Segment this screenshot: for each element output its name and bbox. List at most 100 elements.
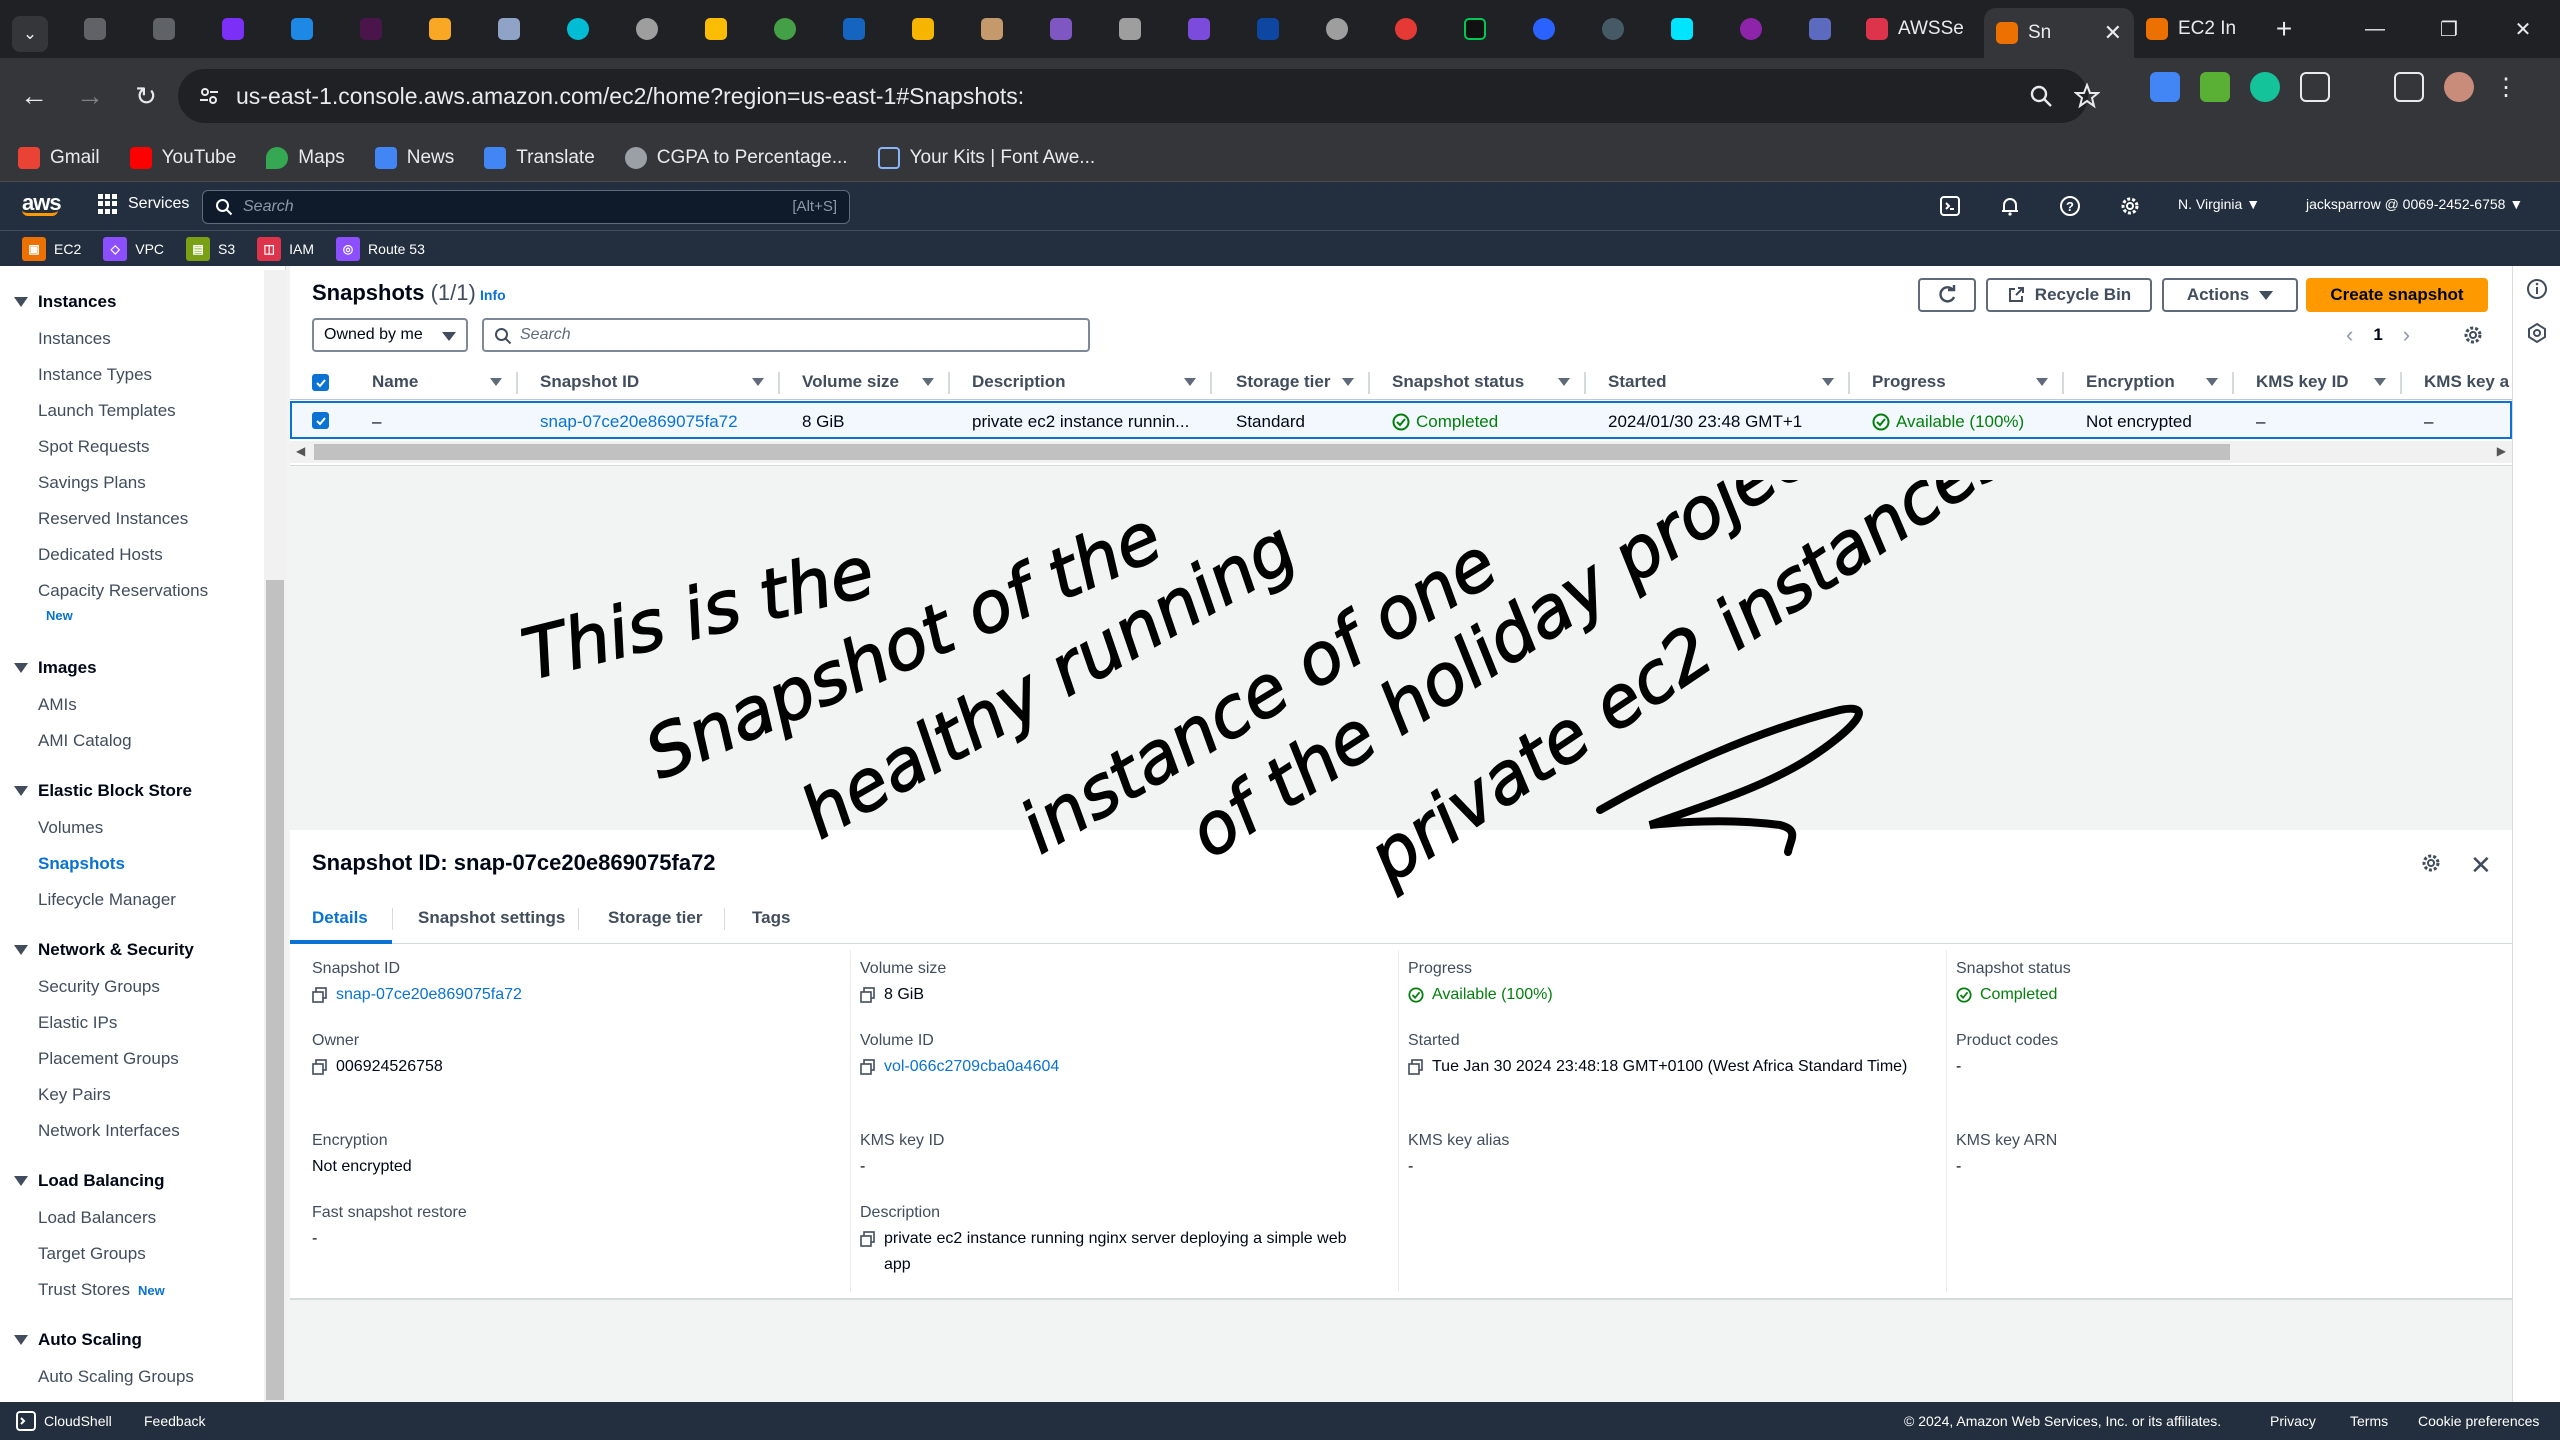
aws-search-input[interactable]: Search [Alt+S] [202,190,850,224]
browser-menu-icon[interactable]: ⋮ [2494,73,2518,102]
create-snapshot-button[interactable]: Create snapshot [2306,278,2488,312]
browser-tab[interactable] [1647,8,1716,50]
side-panel-icon[interactable] [2394,72,2424,102]
sidebar-section-load-balancing[interactable]: Load Balancing [14,1171,165,1191]
sidebar-item-load-balancers[interactable]: Load Balancers [38,1208,156,1228]
sort-icon[interactable] [2206,378,2218,386]
browser-tab[interactable] [750,8,819,50]
browser-tab[interactable] [1509,8,1578,50]
sidebar-item-snapshots[interactable]: Snapshots [38,854,125,874]
browser-tab[interactable] [543,8,612,50]
value-snapshot-id[interactable]: snap-07ce20e869075fa72 [312,982,522,1008]
bookmark-fontawesome[interactable]: Your Kits | Font Awe... [877,146,1095,169]
back-icon[interactable]: ← [6,68,62,124]
recycle-bin-button[interactable]: Recycle Bin [1986,278,2152,312]
feedback-link[interactable]: Feedback [144,1413,205,1429]
privacy-link[interactable]: Privacy [2270,1413,2316,1429]
column-resizer[interactable] [2400,372,2402,394]
column-header-description[interactable]: Description [972,372,1066,392]
profile-avatar[interactable] [2444,72,2474,102]
favorite-ec2[interactable]: ▣ EC2 [22,236,81,261]
browser-tab[interactable] [1785,8,1854,50]
browser-tab[interactable] [1095,8,1164,50]
column-header-kms-key-id[interactable]: KMS key ID [2256,372,2349,392]
column-header-snapshot-status[interactable]: Snapshot status [1392,372,1524,392]
sidebar-item-reserved-instances[interactable]: Reserved Instances [38,509,188,529]
browser-tab-active[interactable]: Sn ✕ [1984,8,2134,58]
cloudshell-link[interactable]: CloudShell [44,1413,112,1429]
scroll-right-icon[interactable]: ▶ [2497,444,2506,458]
close-window-icon[interactable]: ✕ [2486,0,2560,58]
bookmark-cgpa[interactable]: CGPA to Percentage... [624,146,848,169]
sort-icon[interactable] [1822,378,1834,386]
column-resizer[interactable] [948,372,950,394]
help-icon[interactable]: ? [2058,194,2082,218]
browser-tab[interactable] [1371,8,1440,50]
volume-id-link[interactable]: vol-066c2709cba0a4604 [884,1054,1059,1080]
table-horizontal-scrollbar[interactable]: ◀ ▶ [290,441,2512,463]
sidebar-section-instances[interactable]: Instances [14,292,116,312]
tab-tags[interactable]: Tags [752,908,790,928]
snapshot-search-input[interactable]: Search [482,318,1090,352]
browser-tab[interactable] [405,8,474,50]
sort-icon[interactable] [2374,378,2386,386]
extension-icon[interactable] [2200,72,2230,102]
browser-tab[interactable] [1716,8,1785,50]
sidebar-item-trust-stores[interactable]: Trust Stores [38,1280,130,1300]
sort-icon[interactable] [922,378,934,386]
grammarly-extension-icon[interactable] [2250,72,2280,102]
column-resizer[interactable] [1848,372,1850,394]
site-info-icon[interactable] [198,85,220,107]
sidebar-item-spot-requests[interactable]: Spot Requests [38,437,150,457]
column-header-encryption[interactable]: Encryption [2086,372,2175,392]
cell-snapshot-id-link[interactable]: snap-07ce20e869075fa72 [540,412,738,432]
sort-icon[interactable] [2036,378,2048,386]
snapshot-id-text[interactable]: snap-07ce20e869075fa72 [336,982,522,1008]
browser-tab[interactable] [681,8,750,50]
next-page-icon[interactable]: › [2403,322,2410,348]
browser-tab[interactable] [336,8,405,50]
details-settings-gear-icon[interactable] [2420,852,2442,874]
copy-icon[interactable] [860,987,876,1003]
info-panel-icon[interactable] [2526,278,2548,300]
column-header-kms-key-alias[interactable]: KMS key al [2424,372,2510,392]
cloudshell-icon[interactable] [16,1411,36,1431]
favorite-route53[interactable]: ◎ Route 53 [336,236,425,261]
bookmark-news[interactable]: News [374,146,454,169]
favorite-iam[interactable]: ◫ IAM [257,236,314,261]
column-resizer[interactable] [1368,372,1370,394]
copy-icon[interactable] [860,1059,876,1075]
sidebar-item-capacity-reservations[interactable]: Capacity Reservations [38,581,208,601]
browser-tab[interactable] [1164,8,1233,50]
bookmark-translate[interactable]: Translate [484,146,595,169]
sort-icon[interactable] [752,378,764,386]
browser-tab[interactable] [612,8,681,50]
notifications-bell-icon[interactable] [1998,194,2022,218]
cloudshell-icon[interactable] [1938,194,1962,218]
translate-extension-icon[interactable] [2150,72,2180,102]
current-page[interactable]: 1 [2373,325,2382,345]
row-checkbox[interactable] [312,412,329,429]
browser-tab[interactable] [60,8,129,50]
column-resizer[interactable] [2062,372,2064,394]
actions-button[interactable]: Actions [2162,278,2298,312]
favorite-s3[interactable]: ▤ S3 [186,236,235,261]
bookmark-gmail[interactable]: Gmail [18,146,100,169]
browser-tab-awsse[interactable]: AWSSe [1854,8,1984,50]
new-tab-button[interactable]: + [2264,13,2304,45]
region-selector[interactable]: N. Virginia ▼ [2178,196,2260,212]
sidebar-section-ebs[interactable]: Elastic Block Store [14,781,192,801]
sidebar-scroll-thumb[interactable] [266,580,284,1400]
table-row[interactable]: – snap-07ce20e869075fa72 8 GiB private e… [290,401,2512,439]
column-resizer[interactable] [516,372,518,394]
browser-tab[interactable] [888,8,957,50]
sort-icon[interactable] [490,378,502,386]
zoom-icon[interactable] [2028,83,2054,109]
forward-icon[interactable]: → [62,68,118,124]
browser-tab[interactable] [267,8,336,50]
services-button[interactable]: Services [98,194,189,214]
refresh-button[interactable] [1918,278,1976,312]
copy-icon[interactable] [1408,1059,1424,1075]
tab-close-icon[interactable]: ✕ [2104,20,2122,46]
tab-search-button[interactable]: ⌄ [12,16,48,52]
